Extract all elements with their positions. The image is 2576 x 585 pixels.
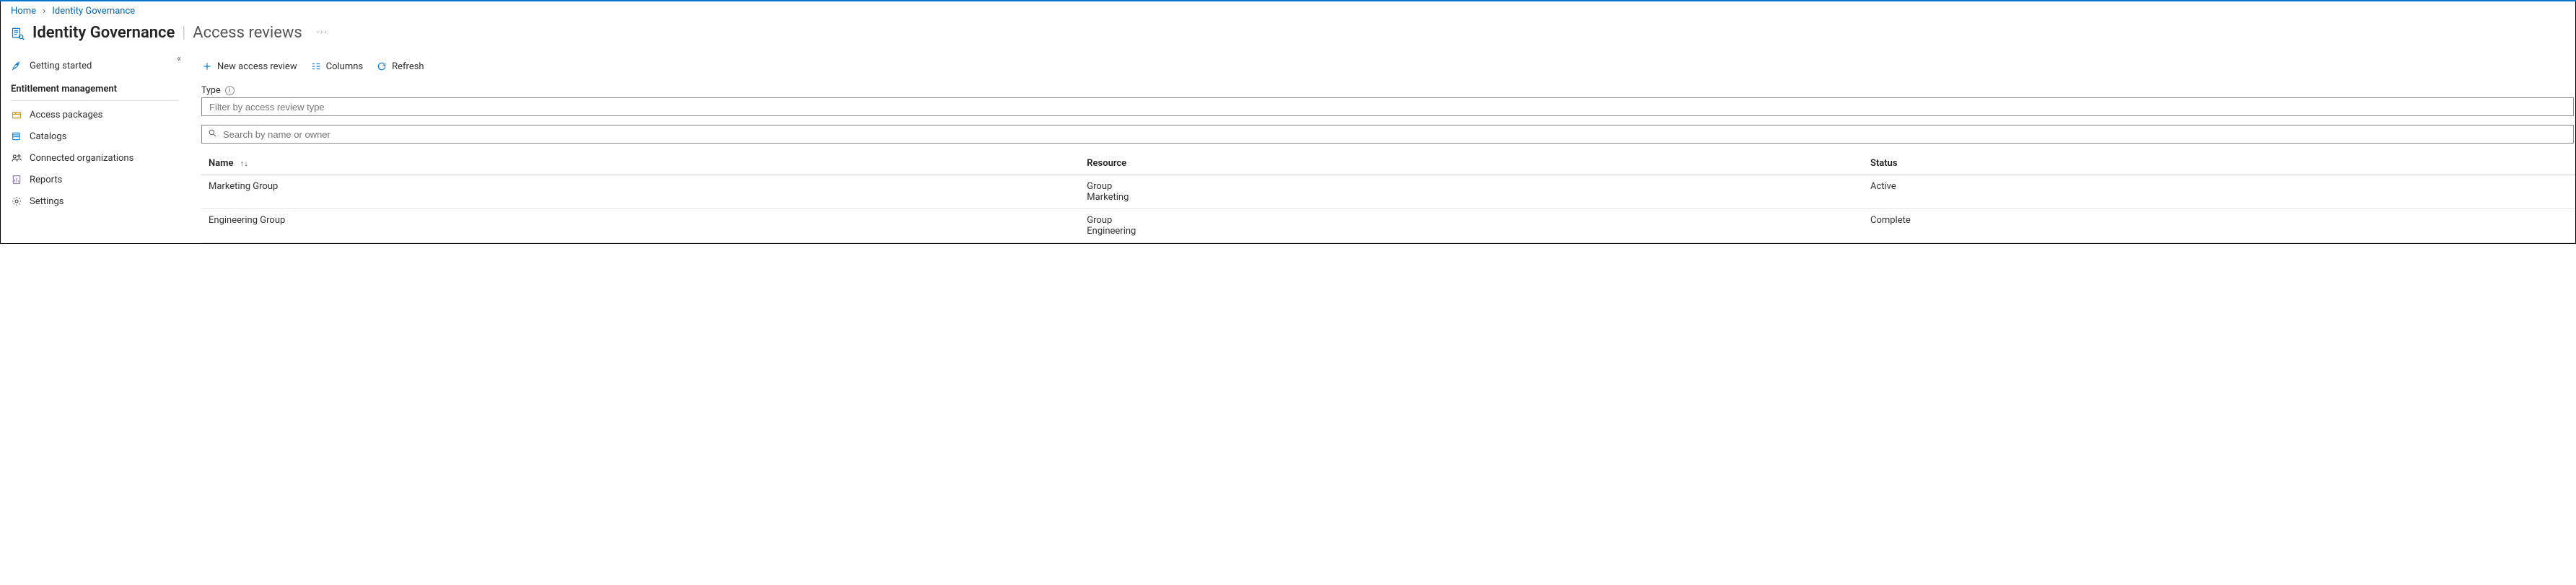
page-title-bar: Identity Governance | Access reviews ··· (1, 21, 2575, 53)
command-bar: New access review Columns Refresh (201, 53, 2575, 85)
button-label: New access review (217, 61, 297, 72)
sidebar-item-catalogs[interactable]: Catalogs (1, 126, 188, 147)
sidebar-item-getting-started[interactable]: Getting started (1, 55, 188, 76)
type-filter-label: Type i (201, 85, 2575, 96)
sidebar-item-label: Settings (30, 196, 63, 207)
columns-icon (310, 61, 322, 72)
col-header-resource[interactable]: Resource (1079, 152, 1863, 175)
search-icon (208, 128, 217, 141)
title-sub: Access reviews (193, 24, 302, 42)
search-field[interactable] (222, 128, 2567, 141)
more-actions-button[interactable]: ··· (317, 27, 328, 38)
type-filter-input[interactable] (201, 97, 2574, 116)
sidebar-item-label: Access packages (30, 110, 102, 120)
title-main: Identity Governance (32, 24, 175, 42)
new-access-review-button[interactable]: New access review (201, 61, 297, 72)
info-icon[interactable]: i (225, 86, 235, 95)
access-reviews-table: Name ↑↓ Resource Status Marketing Group … (201, 152, 2575, 243)
rocket-icon (11, 60, 22, 71)
identity-governance-icon (11, 26, 25, 40)
sidebar-item-access-packages[interactable]: Access packages (1, 104, 188, 126)
sidebar-item-label: Connected organizations (30, 153, 133, 164)
cell-status: Active (1863, 175, 2575, 209)
sidebar-item-reports[interactable]: Reports (1, 169, 188, 190)
refresh-icon (376, 61, 387, 72)
button-label: Columns (326, 61, 364, 72)
table-row[interactable]: Engineering Group Group Engineering Comp… (201, 209, 2575, 243)
table-row[interactable]: Marketing Group Group Marketing Active (201, 175, 2575, 209)
package-icon (11, 109, 22, 120)
cell-resource: Group Marketing (1079, 175, 1863, 209)
sidebar-item-settings[interactable]: Settings (1, 190, 188, 212)
refresh-button[interactable]: Refresh (376, 61, 424, 72)
sidebar-item-label: Catalogs (30, 131, 66, 142)
main-panel: New access review Columns Refresh Type (188, 53, 2575, 243)
sidebar: « Getting started Entitlement management… (1, 53, 188, 243)
sort-icon: ↑↓ (240, 159, 248, 168)
col-header-status[interactable]: Status (1863, 152, 2575, 175)
col-header-name[interactable]: Name ↑↓ (201, 152, 1079, 175)
people-icon (11, 152, 22, 164)
columns-button[interactable]: Columns (310, 61, 364, 72)
sidebar-item-label: Reports (30, 175, 62, 185)
sidebar-item-connected-organizations[interactable]: Connected organizations (1, 147, 188, 169)
reports-icon (11, 174, 22, 185)
breadcrumb-identity-governance[interactable]: Identity Governance (52, 6, 135, 17)
cell-name: Marketing Group (201, 175, 1079, 209)
sidebar-section-entitlement: Entitlement management (1, 76, 188, 99)
breadcrumb-separator: › (43, 6, 45, 17)
collapse-sidebar-button[interactable]: « (177, 53, 181, 63)
plus-icon (201, 61, 213, 72)
cell-resource: Group Engineering (1079, 209, 1863, 243)
sidebar-divider (11, 100, 178, 101)
gear-icon (11, 195, 22, 207)
cell-name: Engineering Group (201, 209, 1079, 243)
search-input[interactable] (201, 125, 2574, 144)
catalog-icon (11, 131, 22, 142)
type-filter-field[interactable] (208, 101, 2567, 113)
breadcrumb: Home › Identity Governance (1, 1, 2575, 21)
cell-status: Complete (1863, 209, 2575, 243)
sidebar-item-label: Getting started (30, 61, 92, 71)
title-divider: | (182, 24, 185, 42)
button-label: Refresh (392, 61, 424, 72)
breadcrumb-home[interactable]: Home (11, 6, 36, 17)
page-title: Identity Governance | Access reviews (32, 24, 302, 42)
